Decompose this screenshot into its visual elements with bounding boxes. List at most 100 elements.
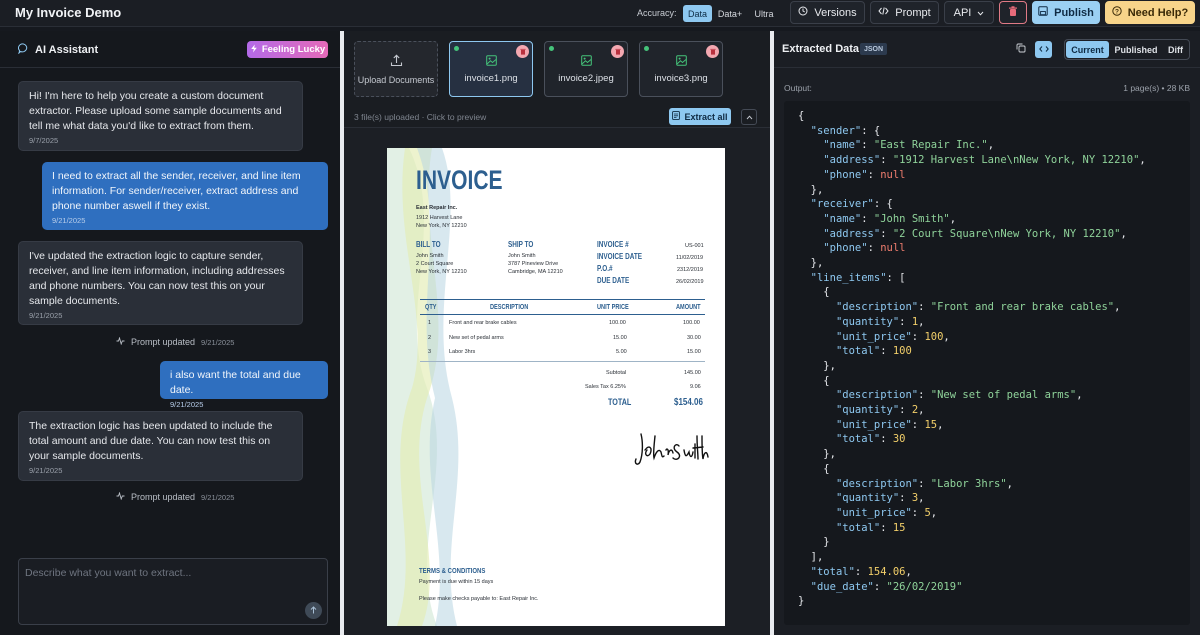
arrow-up-icon [310, 605, 317, 616]
table-top-rule [420, 299, 705, 300]
tab-published[interactable]: Published [1109, 41, 1163, 58]
message-text: I need to extract all the sender, receiv… [52, 170, 301, 212]
activity-icon [116, 336, 125, 347]
prompt-updated-note: Prompt updated 9/21/2025 [116, 336, 235, 347]
extracted-data-panel: Extracted Data JSON Current Published Di… [774, 31, 1200, 635]
terms-line: Please make checks payable to: East Repa… [419, 596, 539, 602]
chat-input[interactable] [19, 559, 327, 587]
image-icon [485, 54, 497, 69]
prompt-button[interactable]: Prompt [870, 1, 939, 24]
question-icon: ? [1112, 6, 1122, 19]
message-text: i also want the total and due date. [170, 369, 301, 396]
accuracy-data-option[interactable]: Data [683, 5, 712, 22]
system-note-timestamp: 9/21/2025 [201, 337, 235, 347]
table-cell-qty: 1 [428, 320, 432, 326]
system-note-timestamp: 9/21/2025 [201, 492, 235, 502]
version-tabs: Current Published Diff [1064, 39, 1190, 60]
collapse-button[interactable] [741, 109, 757, 125]
delete-file-button[interactable] [611, 45, 624, 58]
invoice-title: INVOICE [416, 165, 503, 195]
invoice-number-value: US-001 [685, 243, 704, 249]
accuracy-ultra-option[interactable]: Ultra [749, 5, 779, 22]
signature-image [634, 433, 709, 465]
accuracy-data-plus-option[interactable]: Data+ [715, 5, 745, 22]
table-cell-description: Labor 3hrs [449, 349, 476, 355]
feeling-lucky-button[interactable]: Feeling Lucky [247, 41, 328, 58]
table-cell-description: Front and rear brake cables [449, 320, 517, 326]
upload-documents-button[interactable]: Upload Documents [354, 41, 438, 97]
message-text: The extraction logic has been updated to… [29, 420, 273, 462]
column-header-amount: AMOUNT [676, 304, 701, 311]
json-output[interactable]: { "sender": { "name": "East Repair Inc."… [784, 101, 1190, 625]
sales-tax-label: Sales Tax 6.25% [585, 384, 626, 390]
invoice-date-label: INVOICE DATE [597, 252, 643, 261]
file-card-invoice2[interactable]: invoice2.jpeg [544, 41, 628, 97]
feeling-lucky-label: Feeling Lucky [261, 44, 326, 55]
accuracy-label: Accuracy: [637, 8, 677, 18]
extract-all-button[interactable]: Extract all [669, 108, 731, 125]
chat-bubble-icon [18, 43, 29, 57]
table-cell-unit-price: 15.00 [613, 335, 627, 341]
ship-to-line: John Smith [508, 253, 536, 259]
delete-file-button[interactable] [516, 45, 529, 58]
po-number-value: 2312/2019 [677, 267, 703, 273]
assistant-title: AI Assistant [35, 44, 99, 56]
help-button[interactable]: ? Need Help? [1105, 1, 1195, 24]
chat-message-ai: The extraction logic has been updated to… [18, 411, 303, 481]
sales-tax-value: 9.06 [690, 384, 701, 390]
table-cell-description: New set of pedal arms [449, 335, 504, 341]
code-view-button[interactable] [1035, 41, 1052, 58]
file-name: invoice2.jpeg [558, 72, 614, 84]
invoice-from-name: East Repair Inc. [416, 205, 458, 211]
delete-button[interactable] [999, 1, 1027, 24]
chat-message-ai: I've updated the extraction logic to cap… [18, 241, 303, 325]
table-cell-qty: 3 [428, 349, 432, 355]
subtotal-label: Subtotal [606, 370, 627, 376]
image-icon [675, 54, 687, 69]
tab-current[interactable]: Current [1066, 41, 1109, 58]
json-code-block: { "sender": { "name": "East Repair Inc."… [798, 110, 1146, 608]
chevron-up-icon [746, 113, 753, 122]
upload-status: 3 file(s) uploaded · Click to preview [354, 112, 487, 122]
status-dot [549, 46, 554, 51]
table-cell-amount: 100.00 [683, 320, 700, 326]
clock-icon [798, 6, 808, 19]
table-cell-unit-price: 5.00 [616, 349, 627, 355]
due-date-value: 26/02/2019 [676, 279, 704, 285]
api-label: API [953, 6, 972, 19]
system-note-text: Prompt updated [131, 337, 196, 347]
publish-label: Publish [1054, 6, 1094, 19]
tab-diff[interactable]: Diff [1163, 41, 1188, 58]
trash-icon [709, 48, 716, 55]
status-dot [644, 46, 649, 51]
chat-message-user: I need to extract all the sender, receiv… [42, 162, 328, 230]
ai-assistant-panel: AI Assistant Feeling Lucky Hi! I'm here … [0, 31, 340, 635]
copy-button[interactable] [1012, 41, 1029, 58]
bill-to-line: 2 Court Square [416, 261, 454, 267]
ship-to-label: SHIP TO [508, 240, 534, 249]
invoice-from-address-1: 1912 Harvest Lane [416, 215, 463, 221]
json-badge: JSON [860, 43, 888, 55]
ship-to-line: Cambridge, MA 12210 [508, 269, 563, 275]
prompt-label: Prompt [895, 6, 931, 19]
file-card-invoice3[interactable]: invoice3.png [639, 41, 723, 97]
document-preview-panel: Upload Documents invoice1.png invoice2.j… [344, 31, 770, 635]
column-header-description: DESCRIPTION [490, 304, 529, 311]
file-card-invoice1[interactable]: invoice1.png [449, 41, 533, 97]
app-title: My Invoice Demo [15, 5, 122, 20]
table-cell-amount: 30.00 [687, 335, 701, 341]
versions-button[interactable]: Versions [790, 1, 865, 24]
table-header-rule [420, 314, 705, 315]
send-button[interactable] [305, 602, 322, 619]
column-header-unit-price: UNIT PRICE [597, 304, 629, 311]
publish-button[interactable]: Publish [1032, 1, 1100, 24]
delete-file-button[interactable] [706, 45, 719, 58]
upload-icon [390, 54, 403, 69]
total-label: TOTAL [608, 397, 632, 407]
table-cell-amount: 15.00 [687, 349, 701, 355]
po-number-label: P.O.# [597, 264, 613, 273]
api-dropdown[interactable]: API [944, 1, 994, 24]
assistant-header: AI Assistant Feeling Lucky [0, 31, 340, 68]
table-cell-qty: 2 [428, 335, 432, 341]
upload-label: Upload Documents [357, 74, 435, 85]
